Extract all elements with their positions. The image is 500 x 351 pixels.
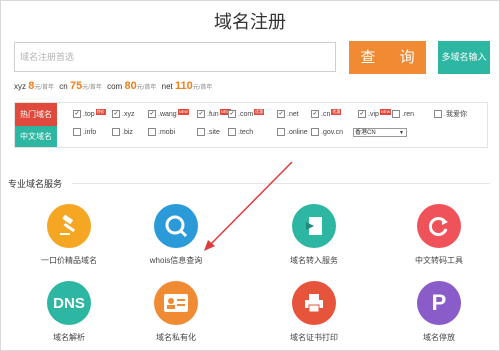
arrow-line <box>209 161 293 246</box>
annotation-arrow <box>204 161 293 251</box>
